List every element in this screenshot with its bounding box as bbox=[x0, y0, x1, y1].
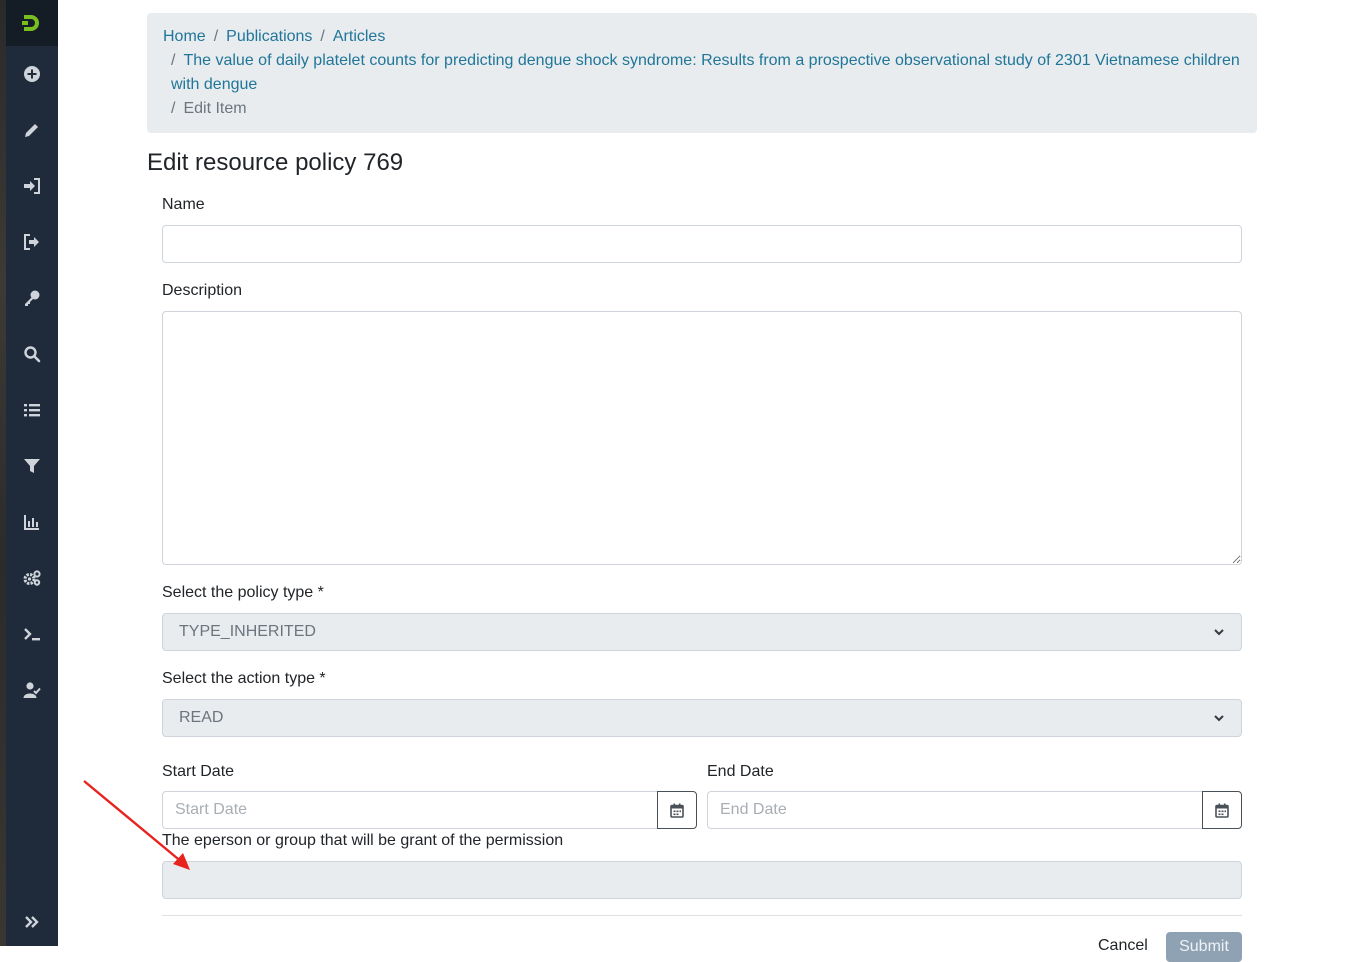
sign-in-icon bbox=[24, 178, 40, 194]
chevron-down-icon bbox=[1214, 629, 1224, 636]
chart-icon bbox=[24, 515, 39, 530]
double-chevron-right-icon bbox=[25, 916, 39, 928]
name-label: Name bbox=[162, 196, 205, 213]
end-date-calendar-button[interactable] bbox=[1202, 791, 1242, 829]
breadcrumb-current: Edit Item bbox=[183, 100, 247, 117]
breadcrumb-separator: / bbox=[171, 52, 176, 69]
end-date-label: End Date bbox=[707, 763, 774, 780]
description-textarea[interactable] bbox=[162, 311, 1242, 565]
page-title: Edit resource policy 769 bbox=[147, 149, 404, 176]
sidebar-item-edit[interactable] bbox=[6, 110, 58, 150]
start-date-input[interactable] bbox=[162, 791, 658, 829]
sidebar-item-registries[interactable] bbox=[6, 390, 58, 430]
sign-out-icon bbox=[24, 234, 39, 250]
policy-type-value: TYPE_INHERITED bbox=[179, 623, 316, 640]
sidebar-item-processes[interactable] bbox=[6, 614, 58, 654]
calendar-icon bbox=[1215, 803, 1229, 818]
breadcrumb-item[interactable]: The value of daily platelet counts for p… bbox=[171, 52, 1240, 93]
dspace-logo-icon[interactable] bbox=[6, 0, 58, 46]
sidebar-item-workflow[interactable] bbox=[6, 558, 58, 598]
gears-icon bbox=[23, 570, 41, 586]
breadcrumb-articles[interactable]: Articles bbox=[333, 28, 385, 45]
form-divider bbox=[162, 915, 1242, 916]
key-icon bbox=[25, 290, 40, 306]
submit-button[interactable]: Submit bbox=[1166, 932, 1242, 962]
terminal-icon bbox=[24, 628, 40, 641]
grant-label: The eperson or group that will be grant … bbox=[162, 832, 564, 849]
name-input[interactable] bbox=[162, 225, 1242, 263]
pencil-icon bbox=[25, 124, 38, 137]
breadcrumb-home[interactable]: Home bbox=[163, 28, 206, 45]
breadcrumb-publications[interactable]: Publications bbox=[226, 28, 312, 45]
breadcrumb-separator: / bbox=[171, 100, 176, 117]
sidebar-item-admin-search[interactable] bbox=[6, 334, 58, 374]
breadcrumb-line: Home / Publications / Articles bbox=[163, 25, 1241, 49]
sidebar-item-curation-task[interactable] bbox=[6, 446, 58, 486]
start-date-label: Start Date bbox=[162, 763, 235, 780]
sidebar-item-access-control[interactable] bbox=[6, 278, 58, 318]
action-type-label: Select the action type * bbox=[162, 670, 326, 687]
calendar-icon bbox=[670, 803, 684, 818]
sidebar-item-health[interactable] bbox=[6, 670, 58, 710]
action-type-value: READ bbox=[179, 709, 224, 726]
policy-type-select[interactable]: TYPE_INHERITED bbox=[162, 613, 1242, 651]
filter-icon bbox=[24, 459, 40, 473]
search-icon bbox=[24, 346, 41, 363]
sidebar-item-export[interactable] bbox=[6, 222, 58, 262]
chevron-down-icon bbox=[1214, 715, 1224, 722]
sidebar-collapse-toggle[interactable] bbox=[6, 902, 58, 942]
list-icon bbox=[24, 404, 40, 417]
breadcrumb-separator: / bbox=[213, 28, 219, 45]
admin-sidebar bbox=[6, 0, 58, 946]
breadcrumb-separator: / bbox=[320, 28, 325, 45]
grant-eperson-group-field[interactable] bbox=[162, 861, 1242, 899]
sidebar-item-new[interactable] bbox=[6, 54, 58, 94]
cancel-button[interactable]: Cancel bbox=[1098, 936, 1148, 956]
sidebar-item-statistics[interactable] bbox=[6, 502, 58, 542]
end-date-input[interactable] bbox=[707, 791, 1203, 829]
sidebar-item-import[interactable] bbox=[6, 166, 58, 206]
policy-type-label: Select the policy type * bbox=[162, 584, 324, 601]
breadcrumb-line: / Edit Item bbox=[163, 97, 1241, 121]
description-label: Description bbox=[162, 282, 243, 299]
action-type-select[interactable]: READ bbox=[162, 699, 1242, 737]
breadcrumb-line: / The value of daily platelet counts for … bbox=[163, 49, 1241, 97]
user-check-icon bbox=[23, 682, 41, 698]
plus-circle-icon bbox=[24, 66, 40, 82]
breadcrumb: Home / Publications / Articles / The value of… bbox=[147, 13, 1257, 133]
start-date-calendar-button[interactable] bbox=[657, 791, 697, 829]
